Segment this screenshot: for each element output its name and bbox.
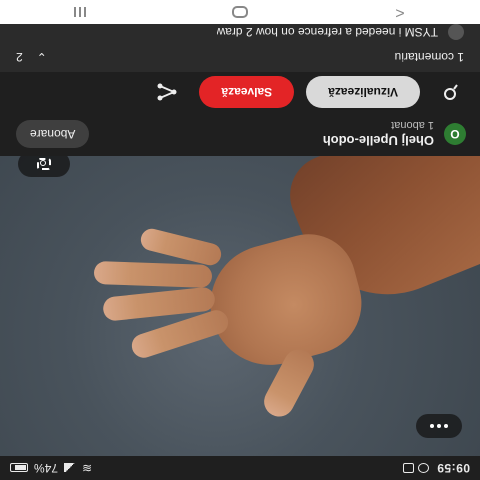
- hand-image-finger: [93, 260, 213, 289]
- view-button[interactable]: Vizualizează: [306, 76, 420, 108]
- home-button[interactable]: [220, 2, 260, 22]
- channel-avatar[interactable]: O: [444, 123, 466, 145]
- more-button[interactable]: [416, 414, 462, 438]
- comments-header: 1 comentariu ⌄ 2: [16, 50, 464, 64]
- status-right-group: ≋ 74%: [10, 461, 92, 475]
- save-button[interactable]: Salvează: [199, 76, 295, 108]
- video-player[interactable]: [0, 156, 480, 456]
- comments-count: 2: [16, 50, 23, 64]
- signal-icon: [64, 463, 77, 473]
- status-time: 09:59: [436, 461, 470, 475]
- channel-info: Ohelj Upelle-odoh 1 abonat: [323, 120, 434, 149]
- pin-button[interactable]: [434, 76, 466, 108]
- chevron-icon[interactable]: ⌄: [37, 50, 47, 64]
- share-button[interactable]: [151, 76, 183, 108]
- status-left-icons: [402, 463, 429, 473]
- action-row: Vizualizează Salvează: [0, 72, 480, 112]
- channel-row: O Ohelj Upelle-odoh 1 abonat Abonare: [0, 112, 480, 156]
- phone-screen: 09:59 ≋ 74% O Ohelj Upelle-odoh 1 abonat…: [0, 0, 480, 480]
- subscribe-button[interactable]: Abonare: [16, 120, 90, 148]
- back-button[interactable]: <: [380, 2, 420, 22]
- commenter-avatar: [448, 24, 464, 40]
- alarm-icon: [417, 463, 429, 473]
- notification-icon: [402, 463, 414, 473]
- battery-icon: [10, 463, 28, 473]
- more-icon: [430, 424, 448, 428]
- lens-icon: [37, 158, 51, 170]
- recent-apps-button[interactable]: [60, 2, 100, 22]
- channel-subscribers: 1 abonat: [391, 119, 434, 132]
- comments-title: 1 comentariu: [394, 50, 464, 64]
- battery-percent: 74%: [34, 461, 59, 475]
- back-icon: <: [395, 4, 405, 21]
- status-bar: 09:59 ≋ 74%: [0, 456, 480, 480]
- share-icon: [157, 83, 177, 101]
- navigation-bar: <: [0, 0, 480, 24]
- home-icon: [232, 6, 248, 18]
- pin-icon: [444, 84, 458, 100]
- recent-apps-icon: [74, 7, 86, 17]
- lens-button[interactable]: [18, 156, 70, 177]
- comment-preview[interactable]: TYSM i needed a refrence on how 2 draw: [16, 24, 464, 40]
- wifi-icon: ≋: [82, 461, 93, 475]
- hand-image-finger: [138, 226, 224, 268]
- channel-name[interactable]: Ohelj Upelle-odoh: [323, 134, 434, 149]
- comment-text: TYSM i needed a refrence on how 2 draw: [216, 25, 438, 39]
